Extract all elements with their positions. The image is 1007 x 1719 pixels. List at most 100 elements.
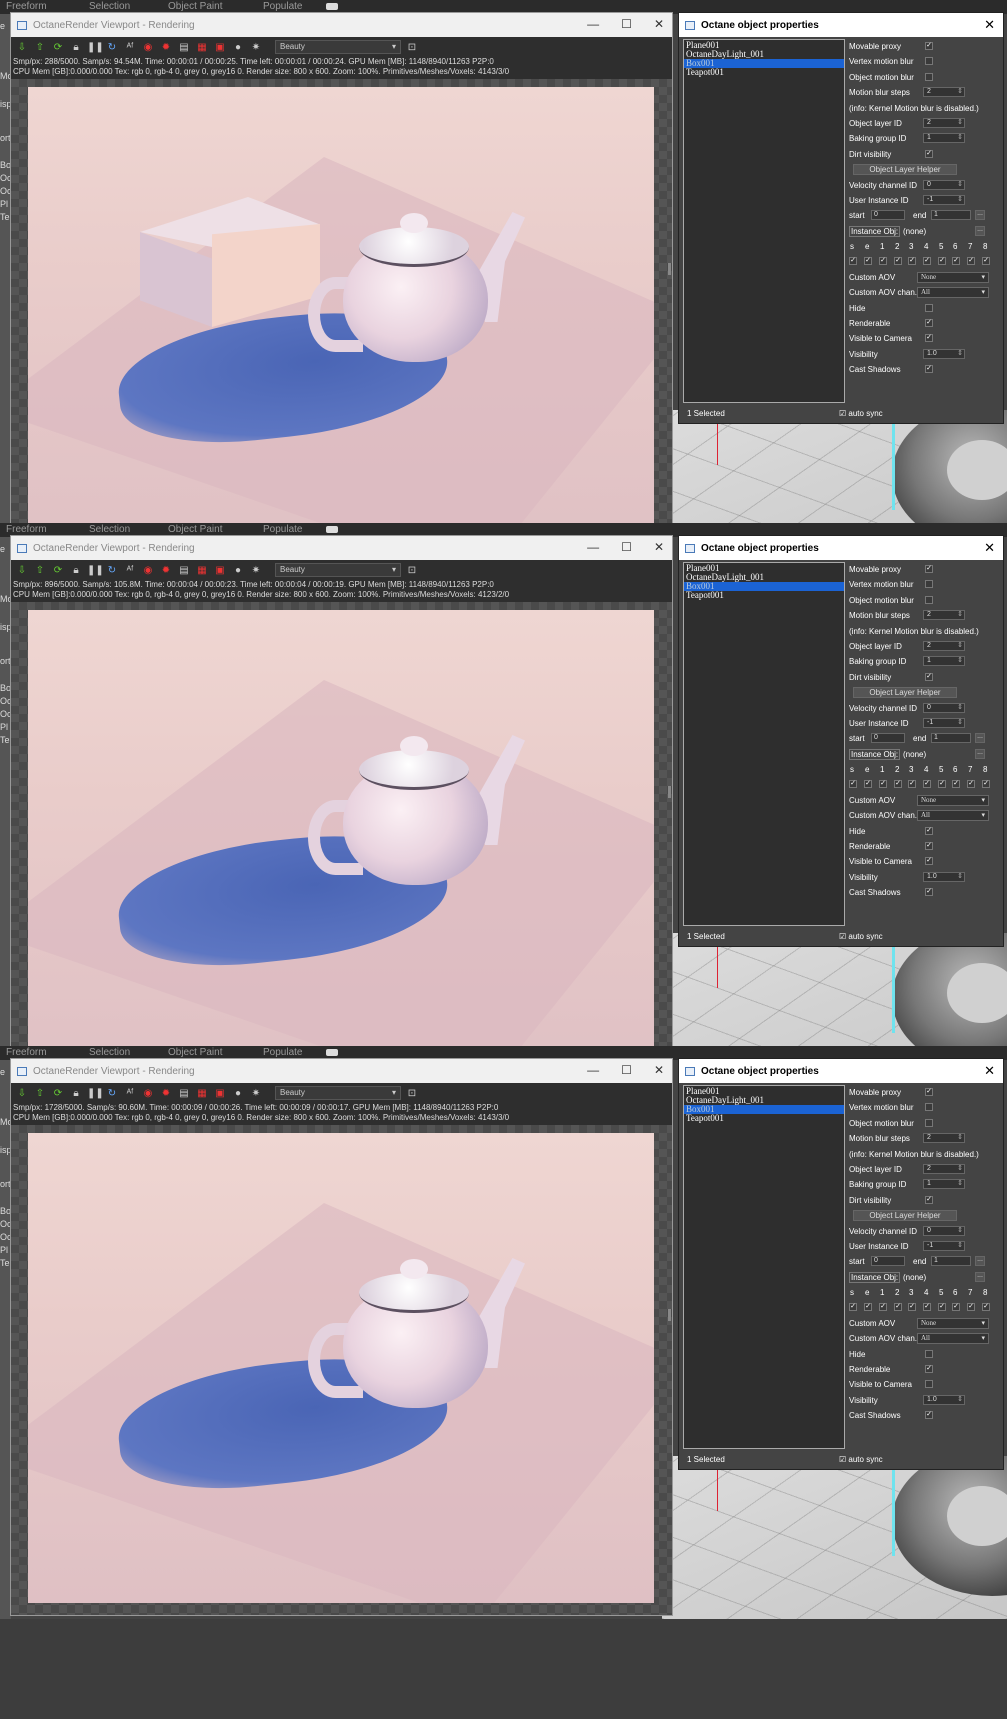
dirt-visibility-checkbox[interactable]: ✓ xyxy=(925,672,933,681)
region-icon[interactable]: ▤ xyxy=(177,1087,191,1100)
layer-mask-checkbox[interactable]: ✓ xyxy=(923,780,931,789)
af-icon[interactable]: ᴬᶠ xyxy=(123,41,137,54)
refresh-icon[interactable]: ⟳ xyxy=(51,1087,65,1100)
object-layer-helper-button[interactable]: Object Layer Helper xyxy=(853,687,957,699)
layer-mask-checkbox[interactable]: ✓ xyxy=(879,780,887,789)
close-icon[interactable]: ✕ xyxy=(654,540,664,554)
restart-icon[interactable]: ↻ xyxy=(105,564,119,577)
start-input[interactable]: 0 xyxy=(871,1256,905,1267)
sphere-icon[interactable]: ● xyxy=(231,1087,245,1100)
baking-group-id-input[interactable]: 1 xyxy=(923,1179,965,1190)
render-image[interactable] xyxy=(28,87,654,557)
object-layer-helper-button[interactable]: Object Layer Helper xyxy=(853,1210,957,1222)
close-icon[interactable]: ✕ xyxy=(984,1063,995,1079)
motion-blur-steps-input[interactable]: 2 xyxy=(923,87,965,98)
baking-group-id-input[interactable]: 1 xyxy=(923,133,965,144)
layer-mask-checkbox[interactable]: ✓ xyxy=(849,780,857,789)
record-icon[interactable]: ▣ xyxy=(213,1087,227,1100)
viewport-titlebar[interactable]: OctaneRender Viewport - Rendering — ☐ ✕ xyxy=(11,1059,672,1083)
instance-obj-more-button[interactable]: ... xyxy=(975,225,985,236)
vertex-motion-blur-checkbox[interactable] xyxy=(925,57,933,66)
expand-icon[interactable]: ⊡ xyxy=(405,564,419,577)
custom-aov-chan-select[interactable]: All xyxy=(917,1333,989,1345)
export-icon[interactable]: ⇧ xyxy=(33,564,47,577)
properties-titlebar[interactable]: Octane object properties ✕ xyxy=(679,536,1003,560)
record-icon[interactable]: ▣ xyxy=(213,41,227,54)
layer-mask-checkbox[interactable]: ✓ xyxy=(923,257,931,266)
render-canvas[interactable] xyxy=(11,1125,672,1615)
settings-icon[interactable]: ✷ xyxy=(249,41,263,54)
visible-to-camera-checkbox[interactable]: ✓ xyxy=(925,334,933,343)
baking-group-id-input[interactable]: 1 xyxy=(923,656,965,667)
visible-to-camera-checkbox[interactable]: ✓ xyxy=(925,857,933,866)
layer-mask-checkbox[interactable]: ✓ xyxy=(879,1303,887,1312)
renderable-checkbox[interactable]: ✓ xyxy=(925,319,933,328)
custom-aov-select[interactable]: None xyxy=(917,1317,989,1329)
ribbon-tab-populate[interactable]: Populate xyxy=(263,1,302,12)
motion-blur-steps-input[interactable]: 2 xyxy=(923,610,965,621)
import-icon[interactable]: ⇩ xyxy=(15,1087,29,1100)
dirt-visibility-checkbox[interactable]: ✓ xyxy=(925,1195,933,1204)
velocity-channel-id-input[interactable]: 0 xyxy=(923,179,965,190)
layer-mask-checkbox[interactable]: ✓ xyxy=(849,257,857,266)
layer-mask-checkbox[interactable]: ✓ xyxy=(908,257,916,266)
layer-mask-checkbox[interactable]: ✓ xyxy=(938,1303,946,1312)
renderable-checkbox[interactable]: ✓ xyxy=(925,1365,933,1374)
layer-mask-checkbox[interactable]: ✓ xyxy=(967,257,975,266)
ribbon-tab-object-paint[interactable]: Object Paint xyxy=(168,1047,222,1058)
close-icon[interactable]: ✕ xyxy=(984,17,995,33)
max-3d-viewport[interactable] xyxy=(662,1456,1007,1619)
pause-icon[interactable]: ❚❚ xyxy=(87,564,104,577)
resize-handle[interactable] xyxy=(668,1309,671,1321)
color-icon[interactable]: ◉ xyxy=(141,1087,155,1100)
object-layer-id-input[interactable]: 2 xyxy=(923,117,965,128)
layer-mask-checkbox[interactable]: ✓ xyxy=(894,257,902,266)
movable-proxy-checkbox[interactable]: ✓ xyxy=(925,42,933,50)
vertex-motion-blur-checkbox[interactable] xyxy=(925,1103,933,1112)
layer-mask-checkbox[interactable]: ✓ xyxy=(938,257,946,266)
left-panel-text[interactable]: Pl xyxy=(0,722,8,732)
restart-icon[interactable]: ↻ xyxy=(105,41,119,54)
hide-checkbox[interactable] xyxy=(925,1349,933,1358)
frame-range-more-button[interactable]: ... xyxy=(975,733,985,744)
hide-checkbox[interactable] xyxy=(925,303,933,312)
minimize-icon[interactable]: — xyxy=(587,1063,599,1077)
left-panel-text[interactable]: Pl xyxy=(0,199,8,209)
layer-mask-checkbox[interactable]: ✓ xyxy=(923,1303,931,1312)
expand-icon[interactable]: ⊡ xyxy=(405,41,419,54)
frame-range-more-button[interactable]: ... xyxy=(975,210,985,221)
lock-icon[interactable]: 🔒︎ xyxy=(69,564,83,577)
maximize-icon[interactable]: ☐ xyxy=(621,1063,632,1077)
ribbon-tab-selection[interactable]: Selection xyxy=(89,524,130,535)
object-layer-id-input[interactable]: 2 xyxy=(923,1163,965,1174)
close-icon[interactable]: ✕ xyxy=(654,1063,664,1077)
movable-proxy-checkbox[interactable]: ✓ xyxy=(925,565,933,573)
pause-icon[interactable]: ❚❚ xyxy=(87,41,104,54)
settings-icon[interactable]: ✷ xyxy=(249,564,263,577)
render-image[interactable] xyxy=(28,610,654,1080)
layer-mask-checkbox[interactable]: ✓ xyxy=(879,257,887,266)
region-icon[interactable]: ▤ xyxy=(177,564,191,577)
layer-mask-checkbox[interactable]: ✓ xyxy=(967,780,975,789)
resize-handle[interactable] xyxy=(668,786,671,798)
close-icon[interactable]: ✕ xyxy=(984,540,995,556)
user-instance-id-input[interactable]: -1 xyxy=(923,717,965,728)
renderable-checkbox[interactable]: ✓ xyxy=(925,842,933,851)
user-instance-id-input[interactable]: -1 xyxy=(923,194,965,205)
expand-icon[interactable]: ⊡ xyxy=(405,1087,419,1100)
properties-titlebar[interactable]: Octane object properties ✕ xyxy=(679,13,1003,37)
dirt-visibility-checkbox[interactable]: ✓ xyxy=(925,149,933,158)
render-canvas[interactable] xyxy=(11,79,672,569)
instance-obj-button[interactable]: Instance Obj: xyxy=(849,225,901,237)
instance-obj-more-button[interactable]: ... xyxy=(975,748,985,759)
lock-icon[interactable]: 🔒︎ xyxy=(69,1087,83,1100)
cast-shadows-checkbox[interactable]: ✓ xyxy=(925,1411,933,1420)
visibility-input[interactable]: 1.0 xyxy=(923,871,965,882)
clay-icon[interactable]: ✹ xyxy=(159,564,173,577)
object-motion-blur-checkbox[interactable] xyxy=(925,72,933,81)
film-icon[interactable]: ▦ xyxy=(195,564,209,577)
ribbon-tab-freeform[interactable]: Freeform xyxy=(6,524,47,535)
color-icon[interactable]: ◉ xyxy=(141,41,155,54)
film-icon[interactable]: ▦ xyxy=(195,1087,209,1100)
object-motion-blur-checkbox[interactable] xyxy=(925,1118,933,1127)
